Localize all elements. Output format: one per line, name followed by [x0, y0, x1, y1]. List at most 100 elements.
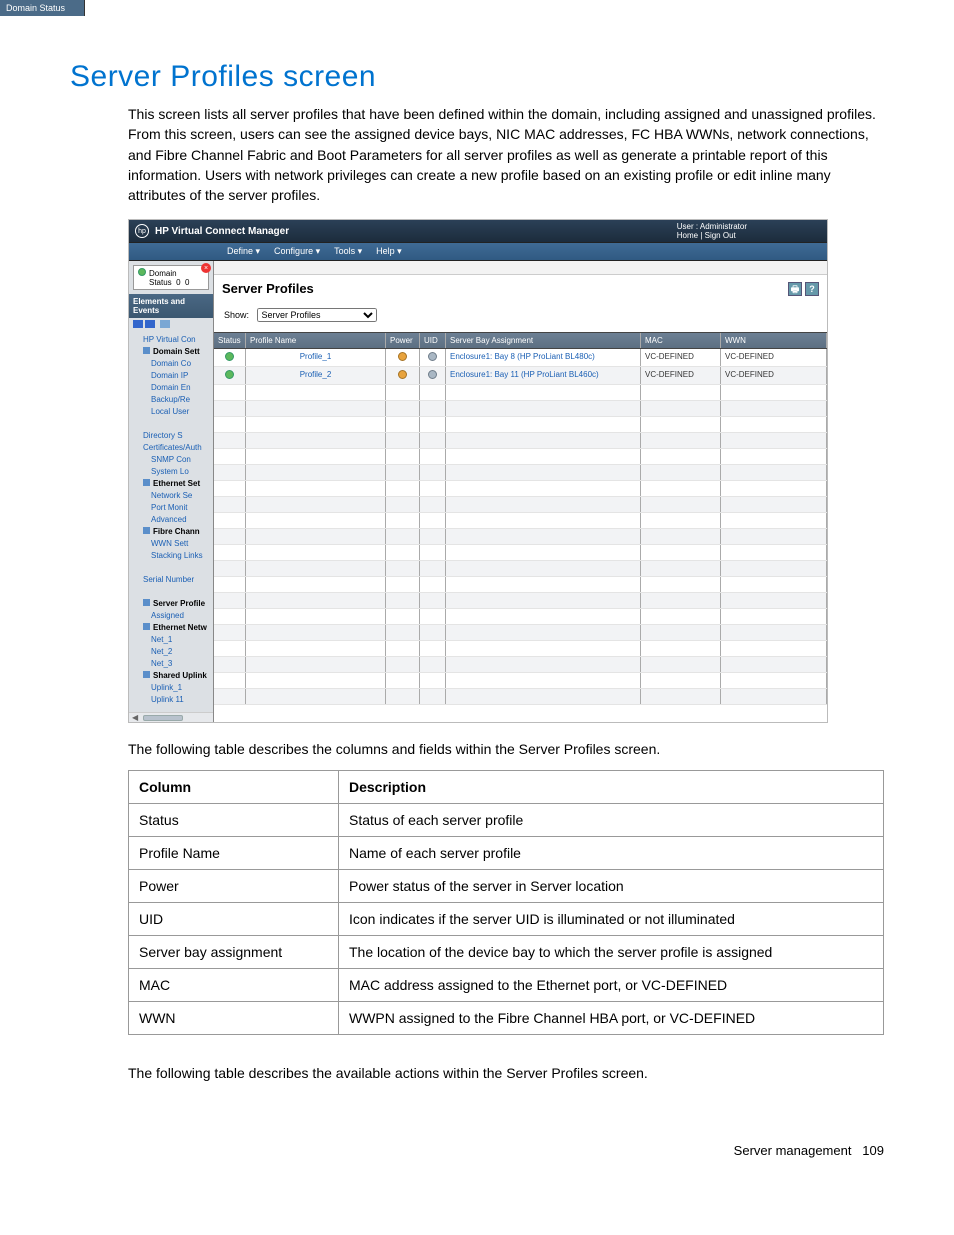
show-select[interactable]: Server Profiles: [257, 308, 377, 322]
sidebar-item[interactable]: Stacking Links: [133, 550, 209, 562]
sidebar-item[interactable]: Directory S: [133, 430, 209, 442]
sidebar-item[interactable]: Server Profile: [133, 598, 209, 610]
table-row: Profile NameName of each server profile: [129, 836, 884, 869]
sidebar-item[interactable]: Net_2: [133, 646, 209, 658]
col-status[interactable]: Status: [214, 333, 246, 348]
sidebar-item[interactable]: Domain En: [133, 382, 209, 394]
sidebar-item[interactable]: System Lo: [133, 466, 209, 478]
table-row-empty: [214, 625, 827, 641]
sidebar-item[interactable]: Advanced: [133, 514, 209, 526]
grid-body: Profile_1Enclosure1: Bay 8 (HP ProLiant …: [214, 349, 827, 699]
sidebar-heading: Elements and Events: [129, 294, 213, 318]
sidebar-item[interactable]: Uplink_1: [133, 682, 209, 694]
sidebar-item: [133, 562, 209, 574]
nav-tree[interactable]: HP Virtual ConDomain SettDomain CoDomain…: [129, 332, 213, 712]
footer-section: Server management: [734, 1143, 852, 1158]
print-icon[interactable]: 🖶: [788, 282, 802, 296]
sidebar-item[interactable]: Port Monit: [133, 502, 209, 514]
sidebar-item[interactable]: Uplink 11: [133, 694, 209, 706]
user-line1: User : Administrator: [677, 222, 747, 231]
table-row-empty: [214, 657, 827, 673]
titlebar: hp HP Virtual Connect Manager User : Adm…: [129, 220, 827, 242]
table-row-empty: [214, 673, 827, 689]
user-line2[interactable]: Home | Sign Out: [677, 231, 747, 240]
table-row-empty: [214, 497, 827, 513]
sidebar-item[interactable]: Ethernet Netw: [133, 622, 209, 634]
table-row-empty: [214, 417, 827, 433]
sidebar-item[interactable]: Serial Number: [133, 574, 209, 586]
sidebar: × Domain Status 0 0 Elements and Events …: [129, 261, 214, 722]
help-icon[interactable]: ?: [805, 282, 819, 296]
sidebar-item: [133, 418, 209, 430]
table-row-empty: [214, 401, 827, 417]
page-title: Server Profiles screen: [70, 60, 884, 94]
uid-icon: [428, 370, 437, 379]
col-uid[interactable]: UID: [420, 333, 446, 348]
main-heading: Server Profiles: [222, 281, 314, 296]
status-ok-icon: [225, 370, 234, 379]
table-row[interactable]: Profile_2Enclosure1: Bay 11 (HP ProLiant…: [214, 367, 827, 385]
table-row-empty: [214, 481, 827, 497]
table-row-empty: [214, 689, 827, 705]
domain-label: Domain: [149, 269, 177, 278]
table-row-empty: [214, 593, 827, 609]
sidebar-item[interactable]: Domain IP: [133, 370, 209, 382]
sidebar-item[interactable]: Certificates/Auth: [133, 442, 209, 454]
table-row: PowerPower status of the server in Serve…: [129, 869, 884, 902]
sidebar-item[interactable]: Net_3: [133, 658, 209, 670]
table-row: WWNWWPN assigned to the Fibre Channel HB…: [129, 1001, 884, 1034]
columns-description-table: Column Description StatusStatus of each …: [128, 770, 884, 1035]
user-info[interactable]: User : Administrator Home | Sign Out: [677, 222, 747, 240]
sidebar-item[interactable]: Network Se: [133, 490, 209, 502]
col-profile-name[interactable]: Profile Name: [246, 333, 386, 348]
sidebar-view-icons[interactable]: [129, 318, 213, 332]
menu-help[interactable]: Help ▾: [376, 246, 402, 257]
col-wwn[interactable]: WWN: [721, 333, 827, 348]
col-mac[interactable]: MAC: [641, 333, 721, 348]
table-row: MACMAC address assigned to the Ethernet …: [129, 968, 884, 1001]
power-icon: [398, 352, 407, 361]
close-icon[interactable]: ×: [201, 263, 211, 273]
status-label: Status: [149, 278, 172, 287]
table-row-empty: [214, 545, 827, 561]
sidebar-item[interactable]: Net_1: [133, 634, 209, 646]
table-row-empty: [214, 513, 827, 529]
col-bay[interactable]: Server Bay Assignment: [446, 333, 641, 348]
sidebar-item[interactable]: Domain Sett: [133, 346, 209, 358]
sidebar-scrollbar[interactable]: ◀: [129, 712, 213, 722]
table-row[interactable]: Profile_1Enclosure1: Bay 8 (HP ProLiant …: [214, 349, 827, 367]
status-ok-icon: [138, 268, 146, 276]
menubar: Domain Status Define ▾ Configure ▾ Tools…: [129, 242, 827, 261]
power-icon: [398, 370, 407, 379]
table-row: Server bay assignmentThe location of the…: [129, 935, 884, 968]
sidebar-item[interactable]: Ethernet Set: [133, 478, 209, 490]
th-description: Description: [339, 770, 884, 803]
actions-intro: The following table describes the availa…: [128, 1063, 884, 1083]
table-row-empty: [214, 385, 827, 401]
sidebar-item[interactable]: WWN Sett: [133, 538, 209, 550]
footer-page-number: 109: [862, 1143, 884, 1158]
table-row-empty: [214, 433, 827, 449]
sidebar-item[interactable]: Fibre Chann: [133, 526, 209, 538]
sidebar-item[interactable]: Shared Uplink: [133, 670, 209, 682]
table-row: UIDIcon indicates if the server UID is i…: [129, 902, 884, 935]
menu-define[interactable]: Define ▾: [227, 246, 260, 257]
menu-tools[interactable]: Tools ▾: [334, 246, 362, 257]
table-row-empty: [214, 609, 827, 625]
sidebar-item[interactable]: Assigned: [133, 610, 209, 622]
app-title: HP Virtual Connect Manager: [155, 226, 289, 237]
sidebar-item[interactable]: Domain Co: [133, 358, 209, 370]
domain-status-box: × Domain Status 0 0: [133, 265, 209, 290]
intro-paragraph: This screen lists all server profiles th…: [128, 104, 884, 205]
table-row: StatusStatus of each server profile: [129, 803, 884, 836]
sidebar-item[interactable]: Backup/Re: [133, 394, 209, 406]
sidebar-item[interactable]: HP Virtual Con: [133, 334, 209, 346]
status-ok-icon: [225, 352, 234, 361]
menu-configure[interactable]: Configure ▾: [274, 246, 320, 257]
uid-icon: [428, 352, 437, 361]
sidebar-item: [133, 586, 209, 598]
col-power[interactable]: Power: [386, 333, 420, 348]
breadcrumb-bar: [214, 261, 827, 275]
sidebar-item[interactable]: SNMP Con: [133, 454, 209, 466]
sidebar-item[interactable]: Local User: [133, 406, 209, 418]
